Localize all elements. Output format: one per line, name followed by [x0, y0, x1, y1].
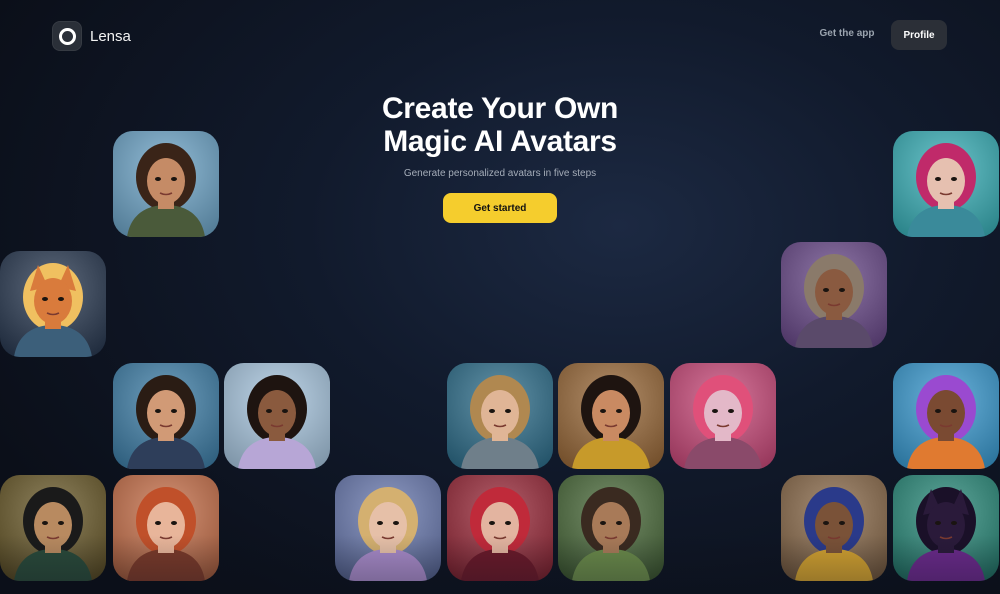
get-started-button[interactable]: Get started [443, 193, 557, 223]
avatar-tile-flower-crown-woman [558, 475, 664, 581]
hero-section: Create Your Own Magic AI Avatars Generat… [300, 92, 700, 179]
get-the-app-link[interactable]: Get the app [813, 28, 881, 39]
avatar-tile-butterfly-fairy [335, 475, 441, 581]
avatar-image [447, 475, 553, 581]
hero-title-line-2: Magic AI Avatars [383, 125, 617, 158]
avatar-image [224, 363, 330, 469]
avatar-tile-pharaoh-man [781, 475, 887, 581]
avatar-tile-red-pearl-woman [447, 475, 553, 581]
avatar-image [447, 363, 553, 469]
avatar-tile-fairy-woman-wings [447, 363, 553, 469]
avatar-tile-cat-art [893, 475, 999, 581]
avatar-image [893, 363, 999, 469]
avatar-image [893, 131, 999, 237]
avatar-tile-pearl-pink-hair-woman [893, 131, 999, 237]
avatar-image [113, 131, 219, 237]
avatar-tile-warrior-man [113, 131, 219, 237]
avatar-image [558, 475, 664, 581]
avatar-image [113, 363, 219, 469]
avatar-tile-golden-woman [0, 475, 106, 581]
avatar-tile-holographic-woman [670, 363, 776, 469]
top-navigation: Lensa Get the app Profile [0, 0, 1000, 72]
avatar-image [781, 475, 887, 581]
avatar-image [893, 475, 999, 581]
avatar-image [781, 242, 887, 348]
avatar-tile-young-man-portrait [113, 363, 219, 469]
avatar-tile-redhead-woman [113, 475, 219, 581]
avatar-tile-egyptian-queen [558, 363, 664, 469]
profile-button[interactable]: Profile [891, 20, 947, 50]
hero-subtitle: Generate personalized avatars in five st… [403, 168, 597, 179]
avatar-image [113, 475, 219, 581]
avatar-image [0, 251, 106, 357]
avatar-tile-steampunk-woman [781, 242, 887, 348]
avatar-image [670, 363, 776, 469]
brand-logo-link[interactable]: Lensa [52, 21, 131, 51]
avatar-image [335, 475, 441, 581]
avatar-image [0, 475, 106, 581]
avatar-tile-fairy-woman-butterfly [224, 363, 330, 469]
avatar-image [558, 363, 664, 469]
lensa-logo-icon [52, 21, 82, 51]
avatar-tile-purple-afro-woman [893, 363, 999, 469]
avatar-tile-shiba-dog [0, 251, 106, 357]
hero-title-line-1: Create Your Own [381, 92, 619, 125]
hero-title: Create Your Own Magic AI Avatars [300, 92, 700, 158]
brand-name: Lensa [90, 27, 131, 45]
